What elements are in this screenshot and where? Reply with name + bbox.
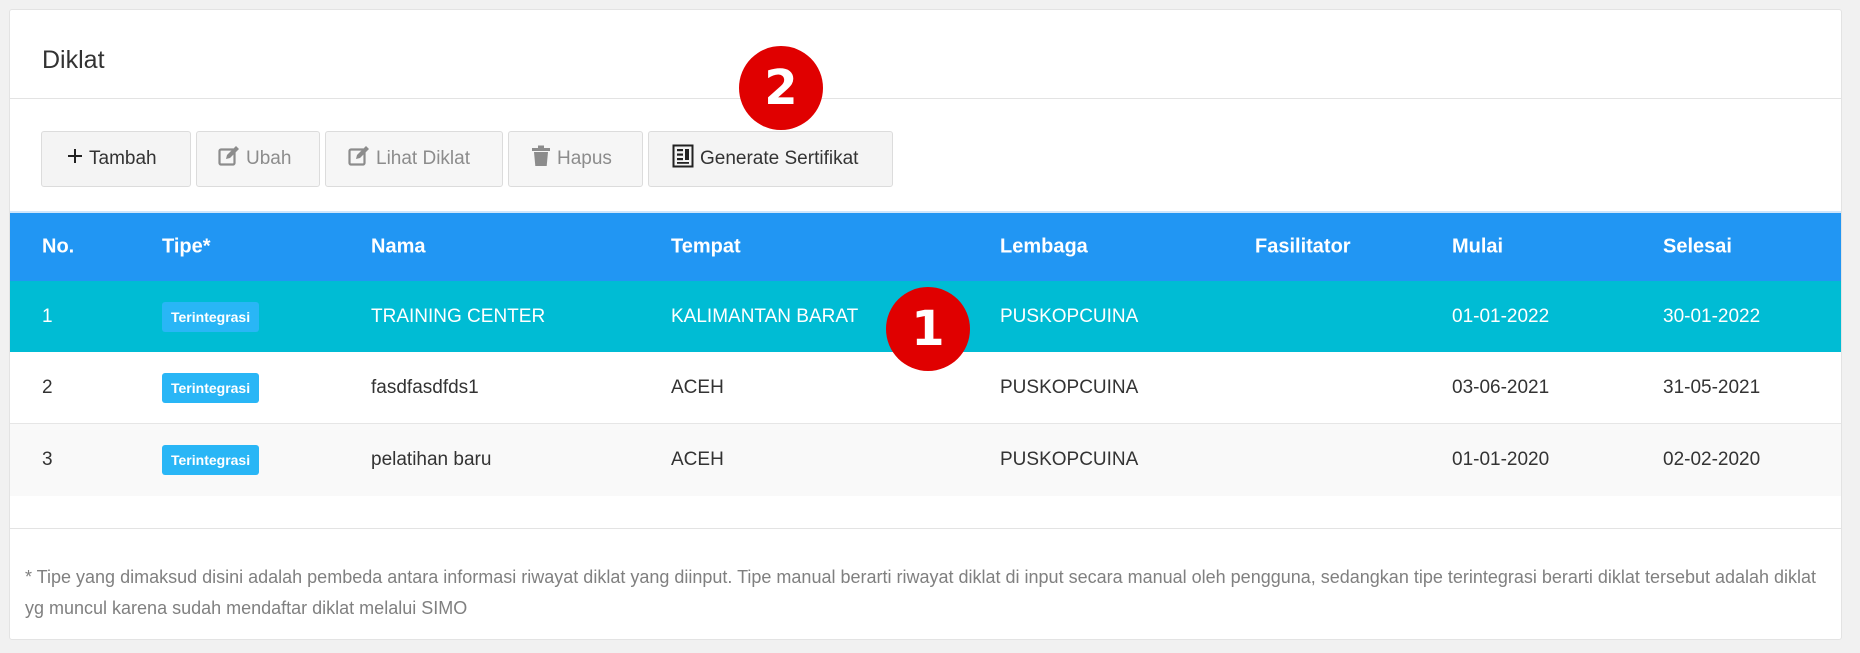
- certificate-icon: [672, 144, 694, 174]
- cell-lembaga: PUSKOPCUINA: [1000, 449, 1139, 470]
- header-no: No.: [42, 235, 75, 258]
- cell-tempat: KALIMANTAN BARAT: [671, 305, 859, 327]
- cell-selesai: 02-02-2020: [1663, 449, 1761, 470]
- cell-tempat: ACEH: [671, 449, 724, 470]
- header-tipe: Tipe*: [162, 235, 211, 258]
- cell-mulai: 01-01-2020: [1452, 449, 1550, 470]
- header-selesai: Selesai: [1663, 235, 1732, 258]
- callout-marker-1: 1: [886, 287, 970, 371]
- cell-mulai: 03-06-2021: [1452, 376, 1550, 398]
- edit-button-label: Ubah: [246, 148, 292, 169]
- view-diklat-button[interactable]: Lihat Diklat: [325, 131, 503, 187]
- header-nama: Nama: [371, 235, 426, 258]
- cell-nama: fasdfasdfds1: [371, 376, 479, 398]
- edit-icon: [348, 145, 370, 173]
- divider: [10, 98, 1841, 99]
- cell-no: 3: [42, 449, 53, 470]
- type-badge: Terintegrasi: [162, 445, 260, 475]
- divider: [10, 528, 1841, 529]
- toolbar: Tambah Ubah Lihat Diklat Hapus Generate …: [41, 131, 893, 187]
- add-button-label: Tambah: [89, 148, 157, 169]
- add-button[interactable]: Tambah: [41, 131, 191, 187]
- header-mulai: Mulai: [1452, 235, 1504, 258]
- table-header: No. Tipe* Nama Tempat Lembaga Fasilitato…: [10, 211, 1841, 281]
- type-badge: Terintegrasi: [162, 301, 260, 332]
- status-badge: Terintegrasi: [162, 445, 260, 475]
- status-badge: Terintegrasi: [162, 372, 260, 403]
- generate-certificate-button[interactable]: Generate Sertifikat: [648, 131, 893, 187]
- cell-lembaga: PUSKOPCUINA: [1000, 376, 1139, 398]
- delete-button[interactable]: Hapus: [508, 131, 643, 187]
- cell-lembaga: PUSKOPCUINA: [1000, 305, 1139, 327]
- cell-mulai: 01-01-2022: [1452, 305, 1550, 327]
- edit-icon: [218, 145, 240, 173]
- footnote: * Tipe yang dimaksud disini adalah pembe…: [25, 567, 1817, 618]
- cell-no: 1: [42, 305, 53, 327]
- edit-button[interactable]: Ubah: [196, 131, 320, 187]
- cell-nama: TRAINING CENTER: [371, 305, 546, 327]
- cell-selesai: 31-05-2021: [1663, 376, 1761, 398]
- type-badge: Terintegrasi: [162, 372, 260, 403]
- table-row[interactable]: 3 Terintegrasi pelatihan baru ACEH PUSKO…: [10, 424, 1841, 496]
- delete-button-label: Hapus: [557, 148, 612, 169]
- callout-marker-2: 2: [739, 46, 823, 130]
- cell-tempat: ACEH: [671, 376, 724, 398]
- cell-no: 2: [42, 376, 53, 398]
- cell-nama: pelatihan baru: [371, 449, 492, 470]
- trash-icon: [531, 145, 551, 173]
- header-tempat: Tempat: [671, 235, 741, 258]
- header-fasilitator: Fasilitator: [1255, 235, 1351, 258]
- status-badge: Terintegrasi: [162, 301, 260, 332]
- view-diklat-button-label: Lihat Diklat: [376, 148, 470, 169]
- plus-icon: [67, 148, 83, 170]
- generate-certificate-button-label: Generate Sertifikat: [700, 148, 859, 169]
- cell-selesai: 30-01-2022: [1663, 305, 1761, 327]
- page-title: Diklat: [42, 46, 105, 74]
- header-lembaga: Lembaga: [1000, 235, 1088, 258]
